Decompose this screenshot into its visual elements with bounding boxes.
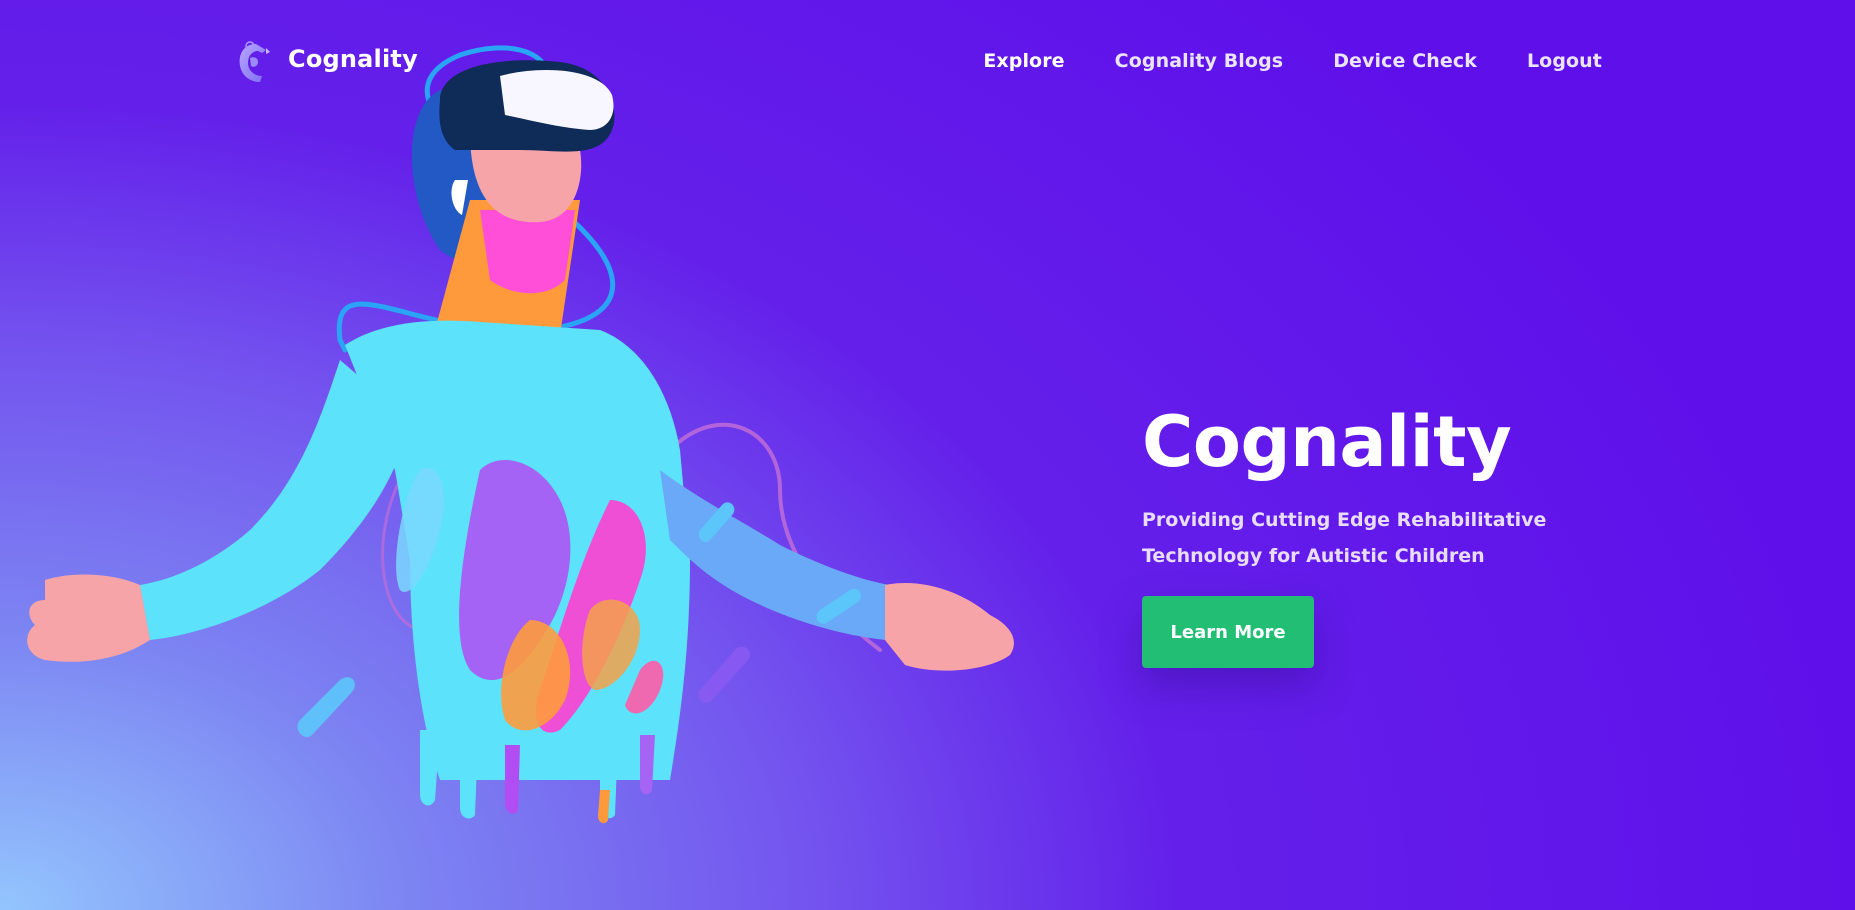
nav-link-device-check[interactable]: Device Check <box>1333 50 1477 72</box>
hero-section: Cognality Providing Cutting Edge Rehabil… <box>1142 400 1662 668</box>
learn-more-button[interactable]: Learn More <box>1142 596 1314 668</box>
nav-menu: Explore Cognality Blogs Device Check Log… <box>983 50 1602 72</box>
vr-headset-person-illustration <box>27 45 1014 824</box>
nav-link-cognality-blogs[interactable]: Cognality Blogs <box>1115 50 1284 72</box>
nav-link-logout[interactable]: Logout <box>1527 50 1602 72</box>
hero-title: Cognality <box>1142 401 1512 483</box>
hero-subtitle: Providing Cutting Edge Rehabilitative Te… <box>1142 509 1547 567</box>
landing-page: Cognality Explore Cognality Blogs Device… <box>0 0 1855 910</box>
